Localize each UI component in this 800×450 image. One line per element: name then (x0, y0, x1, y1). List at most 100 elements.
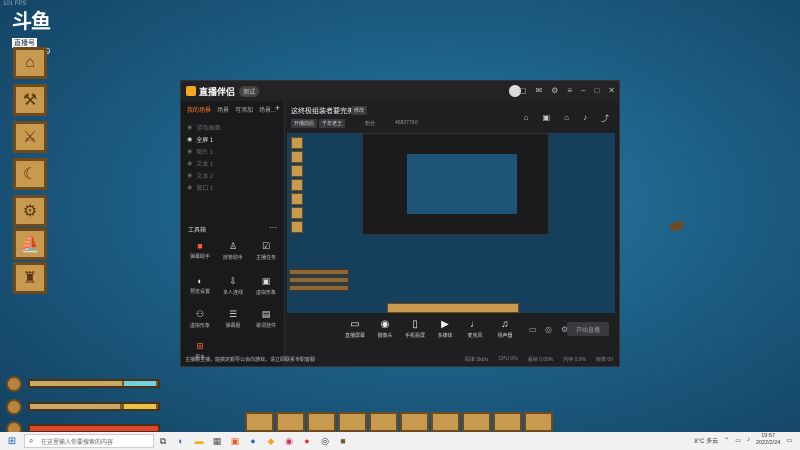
wrench-icon[interactable]: ⚙ (13, 195, 47, 227)
preview-icon: ◐ (197, 276, 203, 286)
taskbar-search[interactable]: ⌕ 在这里输入你要搜索的内容 (24, 434, 154, 448)
memory: 内存 0.0% (563, 356, 587, 363)
app-name: 直播伴侣 (199, 86, 236, 97)
edge-icon[interactable]: ◐ (172, 432, 190, 450)
screen-icon: ▭ (350, 319, 360, 330)
screen-capture-button[interactable]: ▭ 直播屏幕 (341, 319, 369, 339)
menu-icon[interactable]: ≡ (567, 86, 572, 95)
source-item[interactable]: ◉ 文本 2 (187, 171, 213, 180)
mini-tool (291, 207, 303, 219)
task-view-icon[interactable]: ⧉ (154, 432, 172, 450)
camera-icon: ◉ (380, 319, 390, 330)
speaker-icon: ♫ (501, 319, 509, 330)
fans-label: 粉丝 (365, 121, 376, 127)
message-icon[interactable]: ✉ (535, 86, 542, 95)
add-scene-icon[interactable]: + (275, 103, 280, 113)
eye-icon[interactable]: ◎ (545, 325, 552, 334)
eye-icon[interactable]: ◉ (187, 172, 192, 179)
skin-icon[interactable]: ▢ (519, 86, 527, 95)
bell-icon[interactable]: ♪ (583, 113, 587, 124)
category-tag[interactable]: 千年老王 (319, 119, 346, 128)
app-blue-icon[interactable]: ● (244, 432, 262, 450)
vr-icon: ⚇ (195, 309, 205, 319)
home-icon[interactable]: ⌂ (564, 113, 569, 124)
tab-addable[interactable]: 可添加 (235, 105, 253, 114)
explorer-icon[interactable]: ▬ (190, 432, 208, 450)
dropped-frames: 丢帧 0.00% (527, 356, 554, 363)
steam-icon[interactable]: ◎ (316, 432, 334, 450)
weather[interactable]: 8°C 多云 (694, 436, 718, 445)
axe-icon[interactable]: ⚒ (13, 84, 47, 116)
source-item[interactable]: ◉ 文本 1 (187, 159, 213, 168)
category-tag[interactable]: 开播前后 (291, 119, 318, 128)
sail-icon[interactable]: ⛵ (13, 228, 47, 260)
media-button[interactable]: ▶ 多媒体 (431, 319, 459, 339)
sword-icon[interactable]: ⚔ (13, 121, 47, 153)
store-icon[interactable]: ▦ (208, 432, 226, 450)
speaker-button[interactable]: ♫ 扬声器 (491, 319, 519, 339)
record-icon[interactable]: ▭ (529, 325, 537, 334)
scene-panel: 我的场景 场景 可添加 场景... + ◉ 游戏画面 ◉ 全屏 1 ◉ 图片 1 ◉ 文… (181, 101, 315, 366)
notification-icon[interactable]: ▭ (786, 437, 792, 444)
windows-start-icon[interactable]: ⊞ (0, 436, 24, 447)
eye-icon[interactable]: ◉ (187, 136, 192, 143)
hotbar[interactable] (245, 412, 553, 432)
eye-icon[interactable]: ◉ (187, 124, 192, 131)
tool-lyrics[interactable]: ▤ 歌词挂件 (249, 309, 283, 329)
tool-barrage-girl[interactable]: ☰ 弹幕姬 (216, 309, 250, 329)
hammer-icon[interactable]: ⌂ (13, 47, 47, 79)
tool-multi-connect[interactable]: ⇩ 多人连线 (216, 276, 250, 296)
maximize-icon[interactable]: □ (594, 86, 599, 95)
tool-preview-settings[interactable]: ◐ 预览设置 (183, 276, 217, 295)
douyu-app-icon[interactable]: ◆ (262, 432, 280, 450)
cpu: CPU 0% (498, 356, 518, 362)
edit-title-button[interactable]: 修改 (351, 106, 368, 115)
chair-icon[interactable]: ♜ (13, 262, 47, 294)
phone-cast-button[interactable]: ▯ 手机投屏 (401, 319, 429, 339)
tool-barrage-assistant[interactable]: ■ 弹幕助手 (183, 241, 217, 260)
close-icon[interactable]: ✕ (608, 86, 615, 95)
source-item[interactable]: ◉ 全屏 1 (187, 135, 213, 144)
version-badge[interactable]: 测试 (239, 85, 260, 97)
source-item[interactable]: ◉ 窗口 1 (187, 183, 213, 192)
network-icon[interactable]: ▭ (735, 437, 741, 444)
tab-my-scene[interactable]: 我的场景 (187, 105, 211, 114)
eye-icon[interactable]: ◉ (187, 160, 192, 167)
settings-icon[interactable]: ⚙ (551, 86, 558, 95)
mini-bar (289, 269, 349, 275)
clock[interactable]: 19:57 2022/2/24 (756, 433, 780, 447)
tool-host-task[interactable]: ☑ 主播任务 (249, 241, 283, 261)
tab-more[interactable]: 场景... (259, 105, 276, 114)
mini-tool (291, 151, 303, 163)
tool-vr[interactable]: ⚇ 虚拟形象 (183, 309, 217, 329)
tool-room-manager[interactable]: ♙ 房管助手 (216, 241, 250, 261)
nested-preview (407, 154, 517, 214)
app-red-icon[interactable]: ● (298, 432, 316, 450)
start-stream-button[interactable]: 开始直播 (567, 322, 609, 336)
task-icon: ☑ (261, 241, 271, 251)
game-icon[interactable]: ■ (334, 432, 352, 450)
clock-date: 2022/2/24 (755, 440, 781, 446)
tab-scene[interactable]: 场景 (217, 105, 229, 114)
source-item[interactable]: ◉ 游戏画面 (187, 123, 220, 132)
gift-icon[interactable]: ⌂ (524, 113, 529, 124)
share-icon[interactable]: ⤴ (601, 113, 609, 124)
tool-virtual-avatar[interactable]: ▣ 虚拟形象 (249, 276, 283, 296)
source-item[interactable]: ◉ 图片 1 (187, 147, 213, 156)
eye-icon[interactable]: ◉ (187, 184, 192, 191)
toolbox-more-icon[interactable]: ⋯ (269, 223, 277, 232)
app-pink-icon[interactable]: ◉ (280, 432, 298, 450)
user-icon: ♙ (228, 241, 238, 251)
avatar-icon: ▣ (261, 276, 271, 286)
eye-icon[interactable]: ◉ (187, 148, 192, 155)
volume-icon[interactable]: ♪ (747, 437, 750, 443)
tray-arrow-icon[interactable]: ⌃ (724, 437, 729, 444)
app-orange-icon[interactable]: ▣ (226, 432, 244, 450)
mini-tool (291, 179, 303, 191)
stream-title[interactable]: 这终极组装者要完美 (291, 106, 354, 116)
minimize-icon[interactable]: – (581, 86, 585, 95)
shop-icon[interactable]: ▣ (543, 113, 551, 124)
microphone-button[interactable]: ♩ 麦克风 (461, 319, 489, 339)
camera-button[interactable]: ◉ 摄像头 (371, 319, 399, 339)
hook-icon[interactable]: ☾ (13, 158, 47, 190)
